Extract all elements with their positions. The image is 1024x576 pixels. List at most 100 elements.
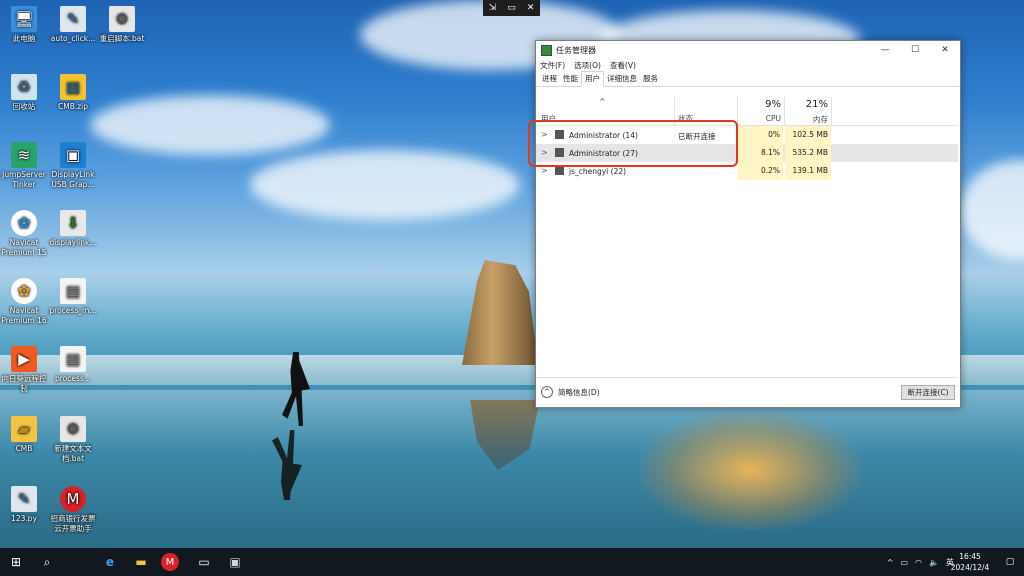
memory-total-pct: 21% xyxy=(805,99,828,110)
user-memory: 102.5 MB xyxy=(785,126,831,144)
menu-options[interactable]: 选项(O) xyxy=(574,60,601,71)
zip-icon: ▤ xyxy=(60,74,86,100)
column-memory[interactable]: 内存 xyxy=(787,114,828,125)
notification-button[interactable]: ▢ xyxy=(999,552,1021,572)
user-memory: 535.2 MB xyxy=(785,144,831,162)
desktop-icon-label: 新建文本文档.bat xyxy=(54,444,92,463)
desktop-icon-label: 招商银行发票云开票助手 xyxy=(50,514,96,533)
desktop-icon-label: CMB xyxy=(15,444,33,453)
python-file-icon: ✎ xyxy=(11,486,37,512)
desktop-icon-recycle-bin[interactable]: ♻ 回收站 xyxy=(0,74,48,112)
desktop-icon-label: process... xyxy=(55,374,91,383)
desktop-icon-cmb-folder[interactable]: ▰ CMB xyxy=(0,416,48,454)
column-divider xyxy=(737,97,738,125)
desktop-icon-label: 123.py xyxy=(11,514,37,523)
title-bar[interactable]: 任务管理器 — ☐ ✕ xyxy=(536,41,960,59)
folder-icon: ▰ xyxy=(11,416,37,442)
fewer-details-label: 简略信息(D) xyxy=(558,387,600,397)
desktop-icon-label: 重启脚本.bat xyxy=(99,34,145,43)
disconnect-button[interactable]: 断开连接(C) xyxy=(901,385,955,400)
taskbar: ⊞ ⌕ e ▬ M ▭ ▣ ^ ▭ ◠ 🔈 英 16:45 2024/12/4 … xyxy=(0,548,1024,576)
minimize-button[interactable]: — xyxy=(870,45,900,55)
desktop-icon-sunlogin[interactable]: ▶ 向日葵远程控制 xyxy=(0,346,48,394)
close-icon[interactable]: ✕ xyxy=(527,3,535,13)
network-icon[interactable]: ▭ xyxy=(900,558,908,567)
maximize-button[interactable]: ☐ xyxy=(900,45,930,55)
desktop-icon-navicat-15[interactable]: ✿ Navicat Premium 15 xyxy=(0,210,48,258)
batch-file-icon: ⚙ xyxy=(60,416,86,442)
start-button[interactable]: ⊞ xyxy=(5,552,27,572)
clock-time: 16:45 xyxy=(959,552,981,561)
clock[interactable]: 16:45 2024/12/4 xyxy=(945,551,995,573)
close-button[interactable]: ✕ xyxy=(930,45,960,55)
tab-users[interactable]: 用户 xyxy=(581,71,604,87)
sort-arrow-icon: ^ xyxy=(599,97,606,106)
desktop-icon-auto-click[interactable]: ✎ auto_click... xyxy=(49,6,97,44)
system-tray: ^ ▭ ◠ 🔈 英 xyxy=(880,548,954,576)
column-cpu[interactable]: CPU xyxy=(741,114,781,123)
batch-file-icon: ⚙ xyxy=(109,6,135,32)
task-manager-window: 任务管理器 — ☐ ✕ 文件(F) 选项(O) 查看(V) 进程 性能 用户 详… xyxy=(535,40,961,408)
desktop-icon-new-bat[interactable]: ⚙ 新建文本文档.bat xyxy=(49,416,97,464)
remote-desktop-icon: ▣ xyxy=(229,555,241,569)
remote-session-bar: ⇲ ▭ ✕ xyxy=(483,0,540,16)
desktop-icon-label: process_m... xyxy=(49,306,97,315)
terminal-icon: ▭ xyxy=(198,555,210,569)
desktop-icon-label: JumpServer Tinker xyxy=(2,170,46,189)
tab-processes[interactable]: 进程 xyxy=(539,72,560,86)
desktop-icon-displaylink-installer[interactable]: ⬇ displaylink... xyxy=(49,210,97,248)
taskbar-cmb[interactable]: M xyxy=(161,553,179,571)
desktop-icon-this-pc[interactable]: 🖥 此电脑 xyxy=(0,6,48,44)
displaylink-icon: ▣ xyxy=(60,142,86,168)
taskbar-ie[interactable]: e xyxy=(99,552,121,572)
cloud xyxy=(960,160,1024,260)
desktop-icon-navicat-16[interactable]: ✿ Navicat Premium 16 xyxy=(0,278,48,326)
desktop-icon-label: Navicat Premium 15 xyxy=(1,238,47,257)
menu-file[interactable]: 文件(F) xyxy=(540,60,565,71)
tab-details[interactable]: 详细信息 xyxy=(604,72,640,86)
desktop-icon-displaylink[interactable]: ▣ DisplayLink USB Grap... xyxy=(49,142,97,190)
computer-icon: 🖥 xyxy=(11,6,37,32)
cpu-total-pct: 9% xyxy=(765,99,781,110)
python-file-icon: ✎ xyxy=(60,6,86,32)
desktop-icon-label: Navicat Premium 16 xyxy=(1,306,47,325)
desktop-icon-process[interactable]: ▤ process... xyxy=(49,346,97,384)
wifi-icon[interactable]: ◠ xyxy=(915,558,922,567)
desktop-icon-process-m[interactable]: ▤ process_m... xyxy=(49,278,97,316)
ie-icon: e xyxy=(105,555,115,569)
folder-icon: ▬ xyxy=(135,555,147,569)
desktop-icon-cmb-invoice[interactable]: M 招商银行发票云开票助手 xyxy=(49,486,97,534)
menu-view[interactable]: 查看(V) xyxy=(610,60,636,71)
cmb-icon: M xyxy=(60,486,86,512)
desktop-icon-123-py[interactable]: ✎ 123.py xyxy=(0,486,48,524)
tab-services[interactable]: 服务 xyxy=(640,72,661,86)
desktop-icon-label: 此电脑 xyxy=(12,34,36,43)
pin-icon[interactable]: ⇲ xyxy=(489,3,497,13)
text-file-icon: ▤ xyxy=(60,346,86,372)
jumpserver-icon: ≋ xyxy=(11,142,37,168)
screen-icon[interactable]: ▭ xyxy=(507,3,516,13)
tab-performance[interactable]: 性能 xyxy=(560,72,581,86)
taskbar-explorer[interactable]: ▬ xyxy=(130,552,152,572)
search-button[interactable]: ⌕ xyxy=(36,552,58,572)
taskbar-remote-desktop[interactable]: ▣ xyxy=(224,552,246,572)
recycle-bin-icon: ♻ xyxy=(11,74,37,100)
highlight-box xyxy=(528,120,738,167)
expand-icon[interactable]: > xyxy=(541,166,548,175)
taskbar-terminal[interactable]: ▭ xyxy=(193,552,215,572)
column-divider xyxy=(784,97,785,125)
user-cpu: 0% xyxy=(738,126,783,144)
cmb-icon: M xyxy=(165,556,175,568)
desktop-icon-label: 向日葵远程控制 xyxy=(1,374,47,393)
rock-formation xyxy=(462,260,538,365)
chevron-up-icon[interactable]: ^ xyxy=(887,558,894,567)
user-cpu: 8.1% xyxy=(738,144,783,162)
desktop-icon-jumpserver[interactable]: ≋ JumpServer Tinker xyxy=(0,142,48,190)
user-memory: 139.1 MB xyxy=(785,162,831,180)
fewer-details-toggle[interactable]: ^ 简略信息(D) xyxy=(541,386,600,398)
installer-icon: ⬇ xyxy=(60,210,86,236)
navicat-icon: ✿ xyxy=(11,210,37,236)
desktop-icon-restart-bat[interactable]: ⚙ 重启脚本.bat xyxy=(98,6,146,44)
desktop-icon-cmb-zip[interactable]: ▤ CMB.zip xyxy=(49,74,97,112)
volume-icon[interactable]: 🔈 xyxy=(929,558,939,567)
